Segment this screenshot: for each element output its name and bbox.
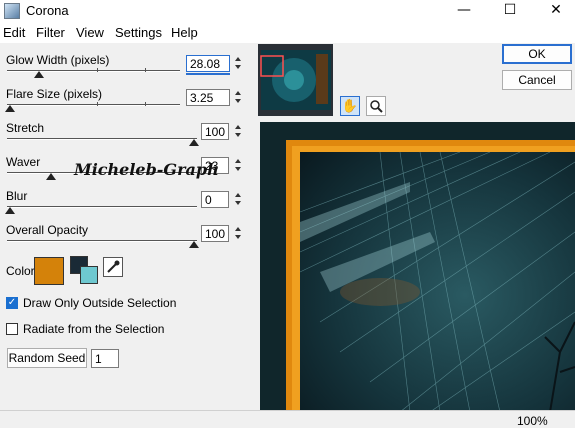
stretch-thumb[interactable] (189, 139, 199, 146)
slider-tick (97, 68, 98, 72)
blur-thumb[interactable] (5, 207, 15, 214)
flare-size-label: Flare Size (pixels) (6, 87, 103, 101)
menu-filter[interactable]: Filter (36, 25, 65, 40)
stretch-field[interactable]: 100 (201, 123, 229, 140)
flare-size-field[interactable]: 3.25 (186, 89, 230, 106)
glow-width-field[interactable]: 28.08 (186, 55, 230, 72)
waver-thumb[interactable] (46, 173, 56, 180)
waver-label: Waver (6, 155, 41, 169)
overall-opacity-label: Overall Opacity (6, 223, 89, 237)
slider-tick (97, 102, 98, 106)
maximize-button[interactable]: ☐ (492, 0, 528, 22)
overall-opacity-spinner[interactable] (233, 225, 244, 242)
hand-icon: ✋ (341, 98, 359, 113)
menu-edit[interactable]: Edit (3, 25, 25, 40)
focus-underline (186, 73, 230, 75)
preview-thumbnail[interactable] (258, 44, 333, 116)
slider-tick (145, 68, 146, 72)
flare-size-slider[interactable] (7, 104, 180, 106)
close-button[interactable]: ✕ (538, 0, 574, 22)
draw-only-outside-label: Draw Only Outside Selection (23, 296, 177, 310)
radiate-from-selection-checkbox[interactable] (6, 323, 18, 335)
thumbnail-image (258, 44, 333, 116)
eyedropper-button[interactable] (103, 257, 123, 277)
app-icon (4, 3, 20, 19)
slider-tick (145, 102, 146, 106)
stretch-label: Stretch (6, 121, 45, 135)
color-label: Color (6, 264, 35, 278)
menu-view[interactable]: View (76, 25, 104, 40)
blur-spinner[interactable] (233, 191, 244, 208)
glow-width-spinner[interactable] (233, 55, 244, 72)
blur-label: Blur (6, 189, 28, 203)
menu-settings[interactable]: Settings (115, 25, 162, 40)
eyedropper-icon (107, 260, 120, 273)
zoom-tool-button[interactable] (366, 96, 386, 116)
glow-width-thumb[interactable] (34, 71, 44, 78)
draw-only-outside-checkbox[interactable]: ✓ (6, 297, 18, 309)
flare-size-thumb[interactable] (5, 105, 15, 112)
cancel-button[interactable]: Cancel (502, 70, 572, 90)
blur-field[interactable]: 0 (201, 191, 229, 208)
stretch-spinner[interactable] (233, 123, 244, 140)
glow-width-label: Glow Width (pixels) (6, 53, 110, 67)
preview-canvas[interactable] (260, 122, 575, 412)
status-bar: 100% (0, 410, 575, 428)
glow-width-slider[interactable] (7, 70, 180, 72)
minimize-button[interactable]: — (446, 0, 482, 22)
menu-help[interactable]: Help (171, 25, 198, 40)
primary-color-swatch[interactable] (34, 257, 64, 285)
blur-slider[interactable] (7, 206, 197, 208)
secondary-color-swatch-light[interactable] (80, 266, 98, 284)
waver-spinner[interactable] (233, 157, 244, 174)
ok-button[interactable]: OK (502, 44, 572, 64)
menu-bar: Edit Filter View Settings Help (0, 22, 575, 43)
overall-opacity-field[interactable]: 100 (201, 225, 229, 242)
window-title: Corona (26, 3, 69, 18)
random-seed-button[interactable]: Random Seed (7, 348, 87, 368)
overall-opacity-slider[interactable] (7, 240, 197, 242)
radiate-from-selection-label: Radiate from the Selection (23, 322, 165, 336)
hand-tool-button[interactable]: ✋ (340, 96, 360, 116)
flare-size-spinner[interactable] (233, 89, 244, 106)
preview-image (260, 122, 575, 412)
overall-opacity-thumb[interactable] (189, 241, 199, 248)
stretch-slider[interactable] (7, 138, 197, 140)
random-seed-field[interactable]: 1 (91, 349, 119, 368)
title-bar: Corona — ☐ ✕ (0, 0, 575, 22)
magnifier-icon (370, 100, 383, 113)
watermark-text: Micheleb-Graph (74, 160, 219, 179)
